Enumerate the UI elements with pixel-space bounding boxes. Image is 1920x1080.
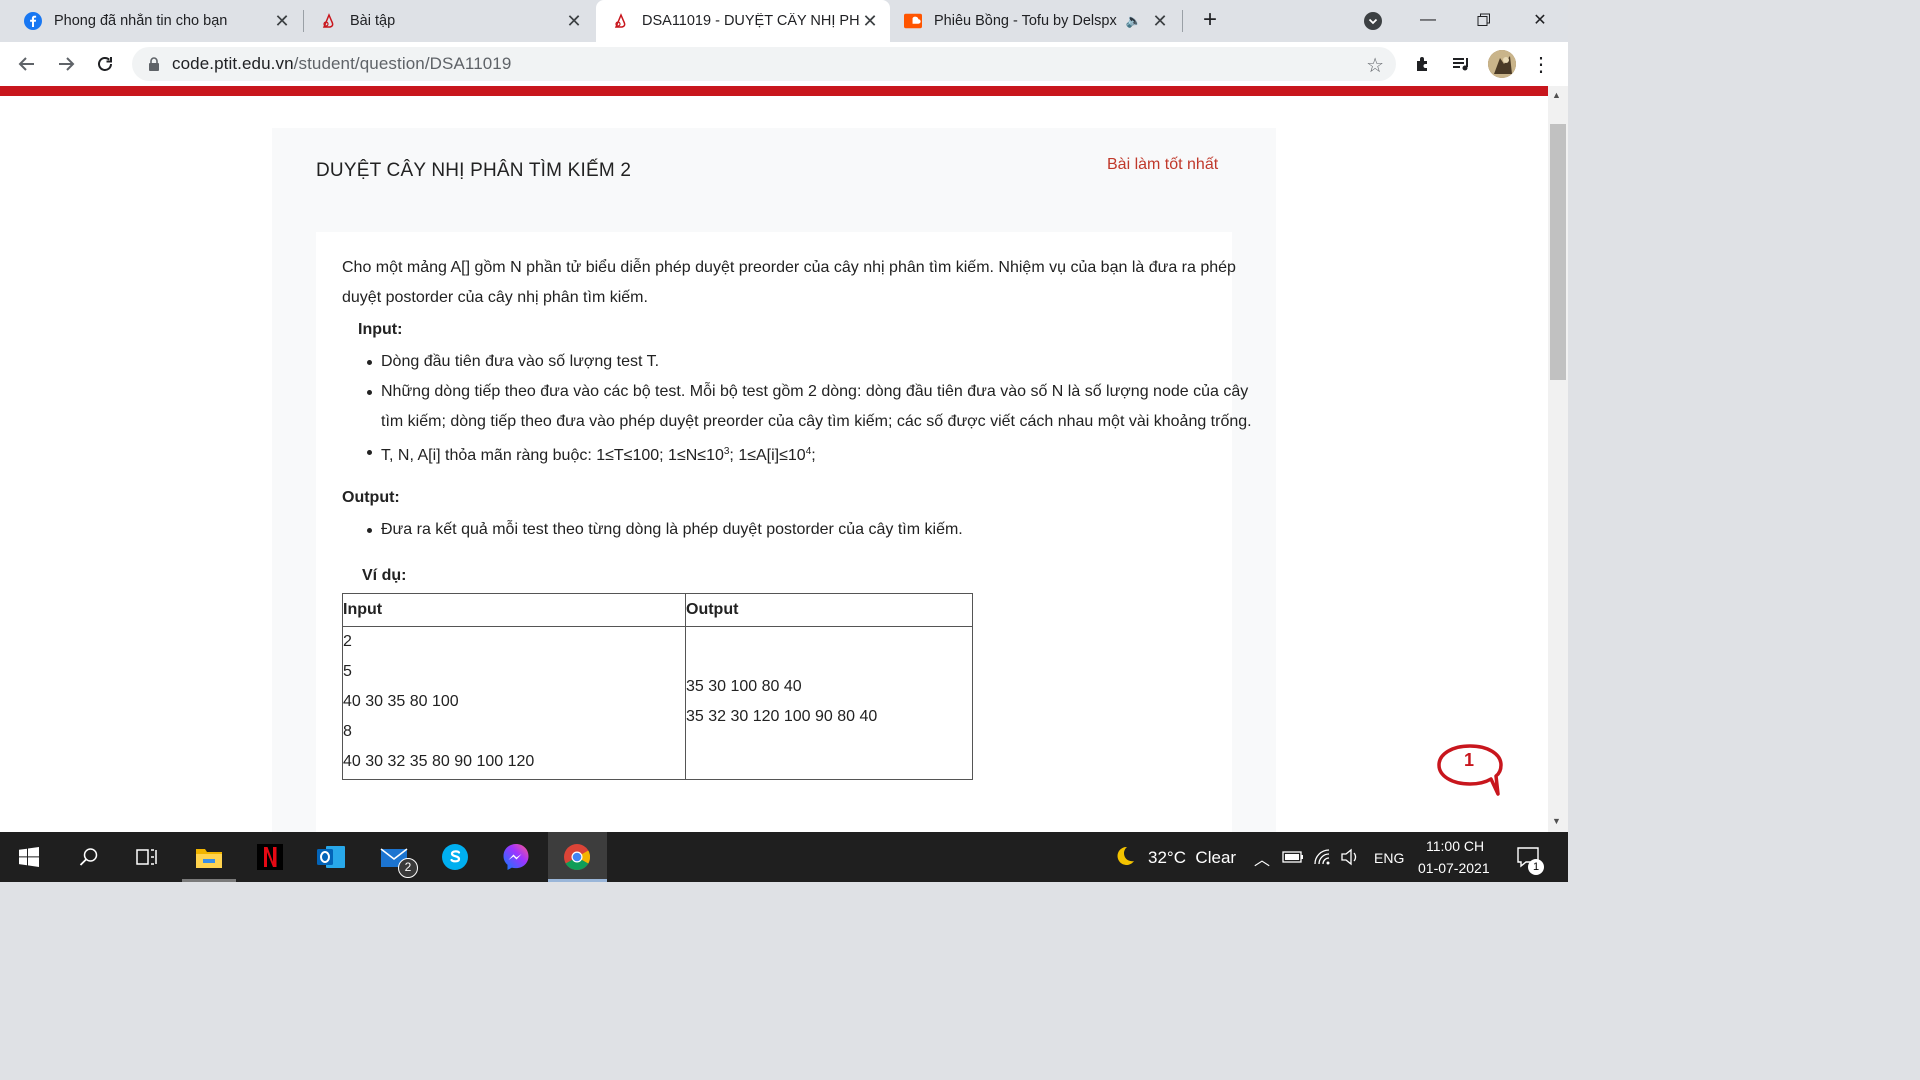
example-table: Input Output 2 5 40 30 35 80 100 8 40 30… <box>342 593 973 780</box>
volume-icon[interactable] <box>1340 848 1360 871</box>
tab-soundcloud[interactable]: Phiêu Bồng - Tofu by Delspx 🔈 ✕ <box>890 0 1180 42</box>
input-bullet-2: Những dòng tiếp theo đưa vào các bộ test… <box>366 377 1248 407</box>
intro-line-1: Cho một mảng A[] gồm N phần tử biểu diễn… <box>342 259 1236 276</box>
url-host: code.ptit.edu.vn <box>172 54 294 73</box>
output-bullet-1: Đưa ra kết quả mỗi test theo từng dòng l… <box>367 515 963 545</box>
close-icon[interactable]: ✕ <box>272 11 292 31</box>
windows-start-icon[interactable] <box>0 832 58 882</box>
url-text: code.ptit.edu.vn/student/question/DSA110… <box>172 54 511 74</box>
soundcloud-icon <box>904 12 922 30</box>
intro-line-2: duyệt postorder của cây nhị phân tìm kiế… <box>342 289 648 306</box>
bookmark-star-icon[interactable]: ☆ <box>1366 53 1384 78</box>
scroll-up-arrow[interactable]: ▲ <box>1552 90 1561 100</box>
table-input-line: 40 30 35 80 100 <box>343 693 459 710</box>
weather-moon-icon <box>1112 844 1136 873</box>
wifi-icon[interactable] <box>1313 848 1333 871</box>
constraint-text-a: T, N, A[i] thỏa mãn ràng buộc: 1≤T≤100; … <box>381 447 724 464</box>
close-icon[interactable]: ✕ <box>860 11 880 31</box>
tab-search-icon[interactable] <box>1364 12 1382 30</box>
table-header-input: Input <box>343 601 383 618</box>
task-view-icon[interactable] <box>118 832 176 882</box>
lock-icon[interactable] <box>148 57 160 71</box>
facebook-icon <box>24 12 42 30</box>
skype-icon[interactable] <box>426 832 484 882</box>
chat-count: 1 <box>1464 750 1475 770</box>
constraint-text-b: ; 1≤A[i]≤10 <box>729 447 806 464</box>
language-indicator[interactable]: ENG <box>1374 850 1404 866</box>
tab-strip: Phong đã nhắn tin cho bạn ✕ Bài tập ✕ DS… <box>0 0 1568 42</box>
speaker-icon[interactable]: 🔈 <box>1126 13 1142 29</box>
browser-toolbar: code.ptit.edu.vn/student/question/DSA110… <box>0 42 1568 86</box>
back-button[interactable] <box>12 49 42 79</box>
table-output-line: 35 32 30 120 100 90 80 40 <box>686 708 878 725</box>
tab-dsa11019[interactable]: DSA11019 - DUYỆT CÂY NHỊ PHÂ ✕ <box>596 0 890 42</box>
tab-title: Bài tập <box>350 13 396 29</box>
page-title: DUYỆT CÂY NHỊ PHÂN TÌM KIẾM 2 <box>316 160 632 181</box>
page-viewport: DUYỆT CÂY NHỊ PHÂN TÌM KIẾM 2 Bài làm tố… <box>0 86 1568 832</box>
constraint-text-c: ; <box>811 447 816 464</box>
tab-title: Phiêu Bồng - Tofu by Delspx <box>934 13 1117 29</box>
table-divider <box>343 626 972 627</box>
chat-bubble-button[interactable]: 1 <box>1436 742 1504 800</box>
active-app-indicator <box>548 879 607 882</box>
scroll-down-arrow[interactable]: ▼ <box>1552 816 1561 826</box>
active-app-indicator <box>182 879 236 882</box>
battery-icon[interactable] <box>1282 850 1304 869</box>
reload-button[interactable] <box>90 49 120 79</box>
restore-button[interactable] <box>1456 0 1512 40</box>
table-output-line: 35 30 100 80 40 <box>686 678 802 695</box>
clock-time[interactable]: 11:00 CH <box>1426 838 1484 854</box>
address-bar[interactable]: code.ptit.edu.vn/student/question/DSA110… <box>132 47 1396 81</box>
notification-count: 1 <box>1528 859 1544 875</box>
file-explorer-icon[interactable] <box>180 832 238 882</box>
table-input-line: 8 <box>343 723 352 740</box>
input-bullet-1: Dòng đầu tiên đưa vào số lượng test T. <box>366 347 659 377</box>
url-path: /student/question/DSA11019 <box>293 54 512 73</box>
media-control-icon[interactable] <box>1446 49 1476 79</box>
table-input-line: 40 30 32 35 80 90 100 120 <box>343 753 535 770</box>
tab-facebook[interactable]: Phong đã nhắn tin cho bạn ✕ <box>0 0 302 42</box>
extensions-icon[interactable] <box>1408 49 1438 79</box>
table-input-line: 5 <box>343 663 352 680</box>
scrollbar-thumb[interactable] <box>1550 124 1566 380</box>
menu-kebab-icon[interactable]: ⋮ <box>1526 49 1556 79</box>
messenger-icon[interactable] <box>487 832 545 882</box>
input-heading: Input: <box>358 321 403 338</box>
search-icon[interactable] <box>60 832 118 882</box>
minimize-button[interactable]: — <box>1400 0 1456 40</box>
input-bullet-2-cont: tìm kiếm; dòng tiếp theo đưa vào phép du… <box>381 413 1252 430</box>
windows-taskbar: 2 32°C Clear ︿ ENG 11:00 CH 01-07-2021 1 <box>0 832 1568 882</box>
forward-button[interactable] <box>51 49 81 79</box>
table-header-output: Output <box>686 601 739 618</box>
ptit-icon <box>320 12 338 30</box>
table-input-line: 2 <box>343 633 352 650</box>
netflix-icon[interactable] <box>241 832 299 882</box>
header-red-bar <box>0 86 1548 96</box>
tab-title: DSA11019 - DUYỆT CÂY NHỊ PHÂ <box>642 13 860 29</box>
outlook-icon[interactable] <box>302 832 360 882</box>
mail-badge: 2 <box>398 858 418 878</box>
ptit-icon <box>612 12 630 30</box>
tray-overflow-icon[interactable]: ︿ <box>1254 846 1270 870</box>
avatar[interactable] <box>1488 50 1516 78</box>
new-tab-button[interactable]: + <box>1196 8 1224 34</box>
close-window-button[interactable]: ✕ <box>1512 0 1568 40</box>
constraint-bullet: T, N, A[i] thỏa mãn ràng buộc: 1≤T≤100; … <box>367 437 816 471</box>
output-heading: Output: <box>342 489 400 506</box>
tab-bai-tap[interactable]: Bài tập ✕ <box>304 0 594 42</box>
example-heading: Ví dụ: <box>362 567 407 584</box>
clock-date[interactable]: 01-07-2021 <box>1418 860 1490 876</box>
best-submission-link[interactable]: Bài làm tốt nhất <box>1107 156 1218 174</box>
tab-divider <box>1182 10 1183 32</box>
close-icon[interactable]: ✕ <box>1150 11 1170 31</box>
weather-text[interactable]: 32°C Clear <box>1148 848 1236 868</box>
close-icon[interactable]: ✕ <box>564 11 584 31</box>
tab-title: Phong đã nhắn tin cho bạn <box>54 13 228 29</box>
chrome-icon[interactable] <box>548 832 606 882</box>
